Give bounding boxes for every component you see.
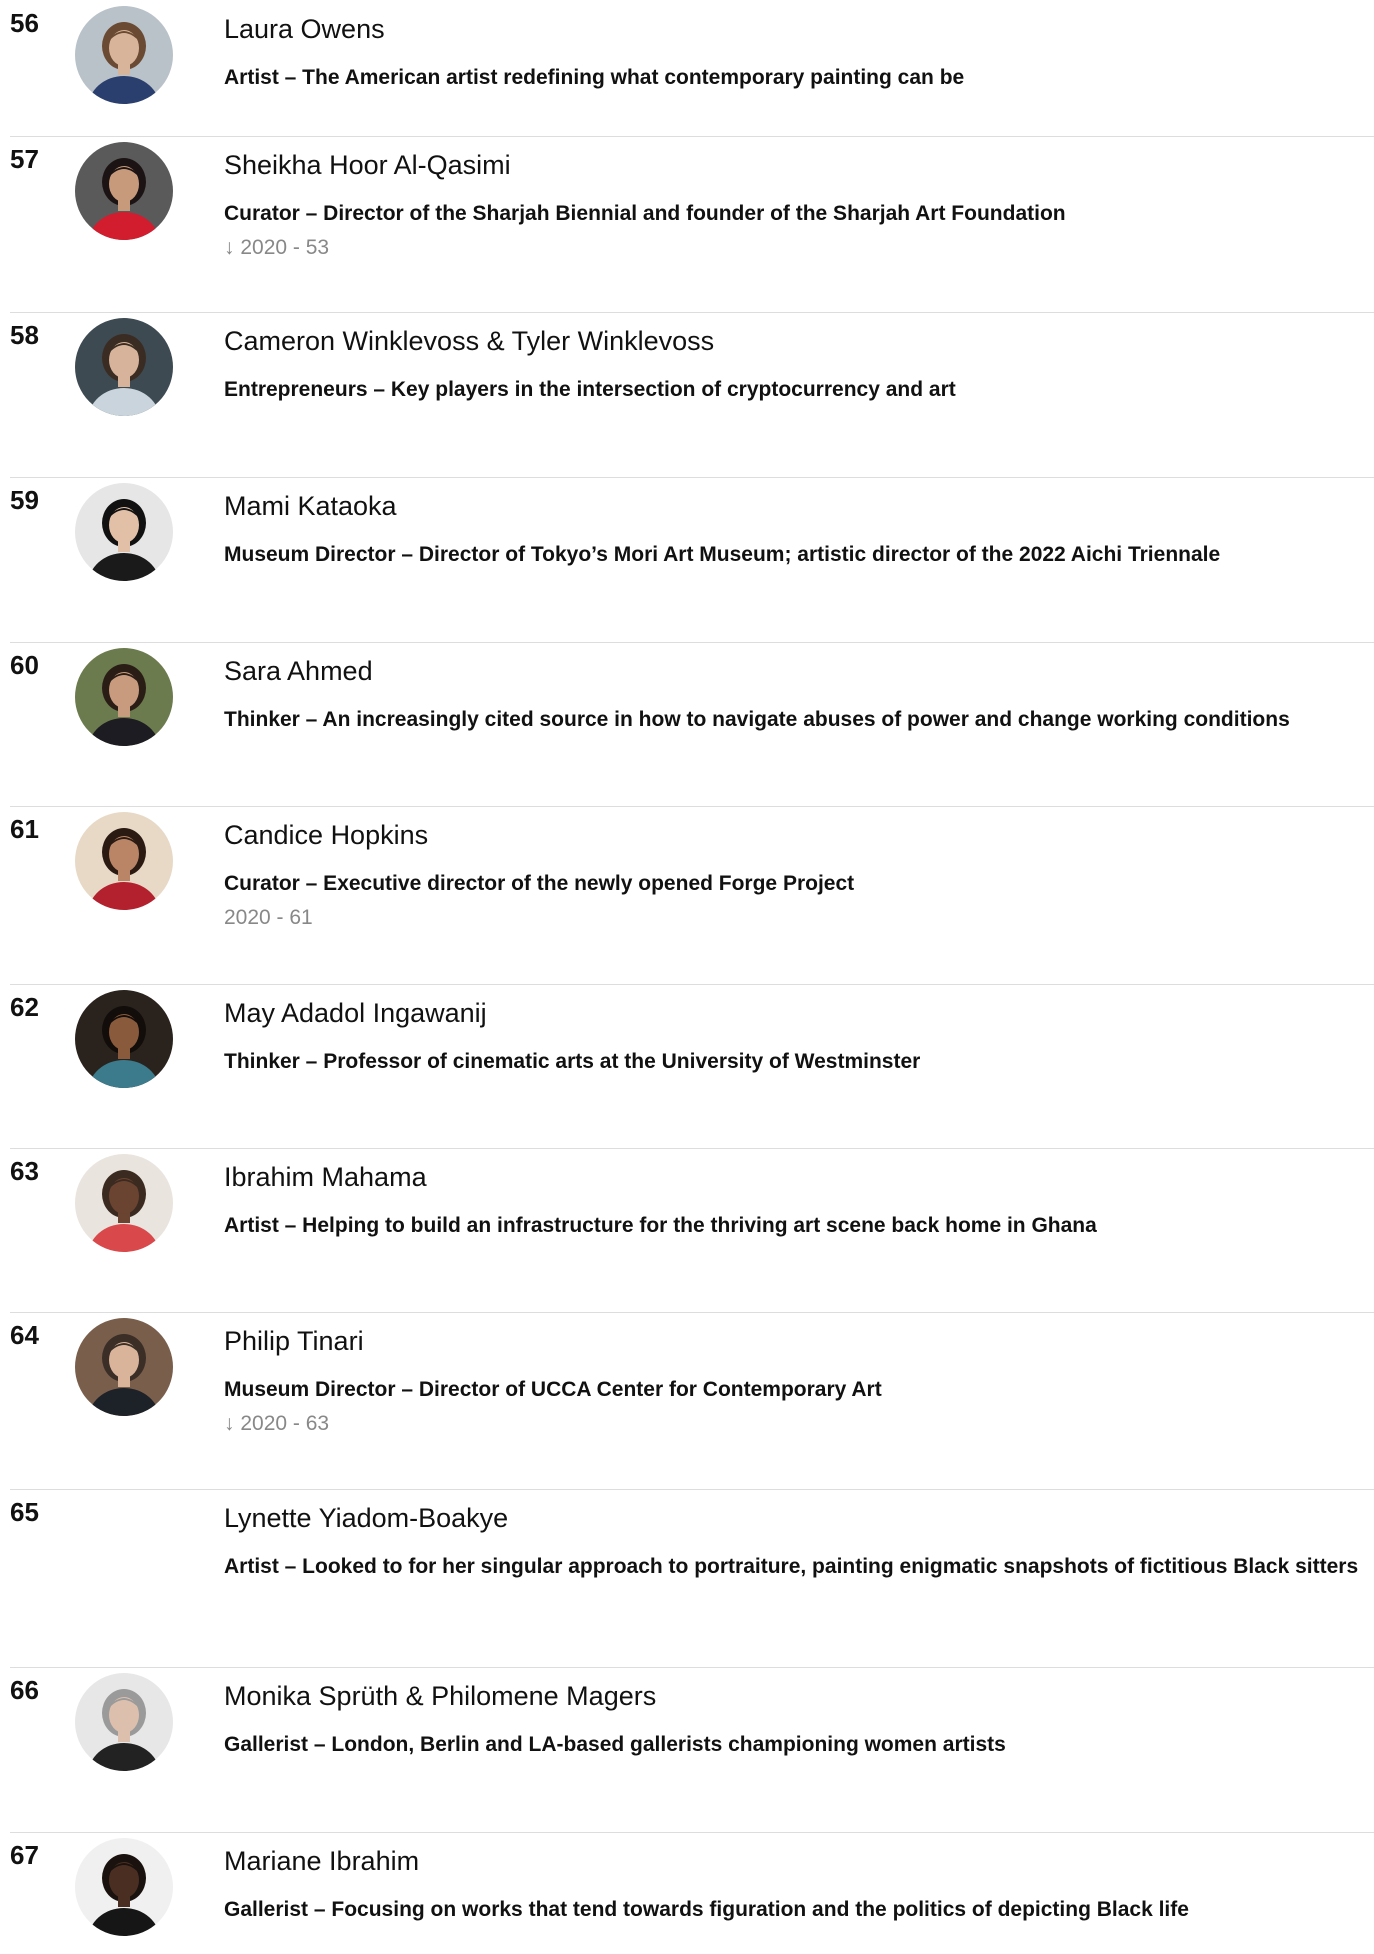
avatar-photo [75, 142, 173, 240]
person-description: Gallerist – London, Berlin and LA-based … [224, 1733, 1006, 1756]
avatar[interactable] [75, 142, 173, 240]
avatar[interactable] [75, 1154, 173, 1252]
list-item[interactable]: 60 Sara Ahmed Thinker – An increasingly ci… [10, 642, 1374, 807]
person-description: Artist – Looked to for her singular appr… [224, 1555, 1359, 1578]
list-item[interactable]: 67 Mariane Ibrahim Gallerist – Focusing on… [10, 1832, 1374, 1954]
rank-number: 61 [10, 814, 39, 844]
avatar[interactable] [75, 648, 173, 746]
rank-number: 65 [10, 1497, 39, 1527]
person-description: Museum Director – Director of UCCA Cente… [224, 1378, 882, 1401]
list-item[interactable]: 58 Cameron Winklevoss & Tyler Winklevoss E… [10, 312, 1374, 478]
person-name[interactable]: Candice Hopkins [224, 820, 428, 851]
avatar-photo [75, 812, 173, 910]
avatar-photo [75, 1154, 173, 1252]
person-name[interactable]: Mariane Ibrahim [224, 1846, 419, 1877]
rank-number: 59 [10, 485, 39, 515]
avatar[interactable] [75, 6, 173, 104]
rank-number: 60 [10, 650, 39, 680]
rank-number: 64 [10, 1320, 39, 1350]
person-name[interactable]: Lynette Yiadom-Boakye [224, 1503, 508, 1534]
person-name[interactable]: Cameron Winklevoss & Tyler Winklevoss [224, 326, 714, 357]
rank-number: 63 [10, 1156, 39, 1186]
person-description: Curator – Director of the Sharjah Bienni… [224, 202, 1066, 225]
list-item[interactable]: 57 Sheikha Hoor Al-Qasimi Curator – Direct… [10, 136, 1374, 313]
person-description: Curator – Executive director of the newl… [224, 872, 855, 895]
person-name[interactable]: Sheikha Hoor Al-Qasimi [224, 150, 511, 181]
avatar-photo [75, 6, 173, 104]
avatar-photo [75, 1673, 173, 1771]
avatar-photo [75, 1838, 173, 1936]
person-name[interactable]: May Adadol Ingawanij [224, 998, 487, 1029]
person-description: Gallerist – Focusing on works that tend … [224, 1898, 1189, 1921]
avatar[interactable] [75, 1318, 173, 1416]
previous-rank: ↓ 2020 - 63 [224, 1412, 330, 1435]
rank-number: 67 [10, 1840, 39, 1870]
person-description: Artist – Helping to build an infrastruct… [224, 1214, 1097, 1237]
person-name[interactable]: Ibrahim Mahama [224, 1162, 427, 1193]
list-item[interactable]: 59 Mami Kataoka Museum Director – Director… [10, 477, 1374, 643]
person-description: Thinker – An increasingly cited source i… [224, 708, 1290, 731]
rank-number: 66 [10, 1675, 39, 1705]
list-item[interactable]: 62 May Adadol Ingawanij Thinker – Professo… [10, 984, 1374, 1149]
person-name[interactable]: Laura Owens [224, 14, 385, 45]
person-name[interactable]: Mami Kataoka [224, 491, 397, 522]
person-name[interactable]: Sara Ahmed [224, 656, 373, 687]
avatar[interactable] [75, 990, 173, 1088]
person-name[interactable]: Monika Sprüth & Philomene Magers [224, 1681, 656, 1712]
person-description: Museum Director – Director of Tokyo’s Mo… [224, 543, 1221, 566]
avatar[interactable] [75, 483, 173, 581]
avatar[interactable] [75, 318, 173, 416]
list-item[interactable]: 65 Lynette Yiadom-Boakye Artist – Looked t… [10, 1489, 1374, 1668]
list-item[interactable]: 66 Monika Sprüth & Philomene Magers Galler… [10, 1667, 1374, 1833]
rank-number: 56 [10, 8, 39, 38]
avatar-photo [75, 318, 173, 416]
previous-rank: ↓ 2020 - 53 [224, 236, 330, 259]
list-item[interactable]: 61 Candice Hopkins Curator – Executive dir… [10, 806, 1374, 985]
avatar[interactable] [75, 1673, 173, 1771]
rank-number: 62 [10, 992, 39, 1022]
avatar[interactable] [75, 1838, 173, 1936]
list-item[interactable]: 64 Philip Tinari Museum Director – Directo… [10, 1312, 1374, 1490]
avatar-photo [75, 1318, 173, 1416]
avatar[interactable] [75, 812, 173, 910]
avatar-photo [75, 648, 173, 746]
avatar-photo [75, 990, 173, 1088]
person-description: Artist – The American artist redefining … [224, 66, 965, 89]
person-description: Entrepreneurs – Key players in the inter… [224, 378, 956, 401]
person-description: Thinker – Professor of cinematic arts at… [224, 1050, 921, 1073]
previous-rank: 2020 - 61 [224, 906, 313, 929]
avatar-photo [75, 483, 173, 581]
rank-number: 57 [10, 144, 39, 174]
person-name[interactable]: Philip Tinari [224, 1326, 364, 1357]
rank-number: 58 [10, 320, 39, 350]
list-item[interactable]: 56 Laura Owens Artist – The American artis… [10, 0, 1374, 137]
list-item[interactable]: 63 Ibrahim Mahama Artist – Helping to buil… [10, 1148, 1374, 1313]
